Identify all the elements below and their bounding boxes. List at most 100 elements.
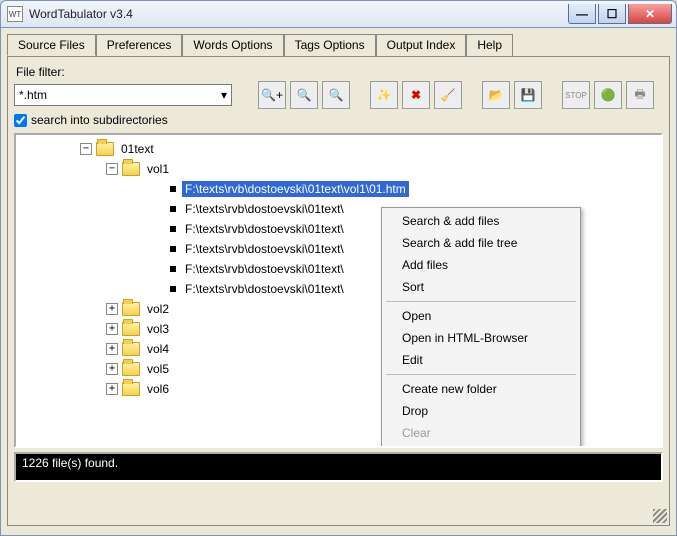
ctx-drop[interactable]: Drop (384, 400, 578, 422)
ctx-separator (386, 374, 576, 375)
window-title: WordTabulator v3.4 (29, 7, 566, 21)
file-bullet-icon (170, 206, 176, 212)
maximize-button[interactable]: ☐ (598, 4, 626, 24)
search-all-button[interactable]: 🔍 (322, 81, 350, 109)
titlebar: WT WordTabulator v3.4 — ☐ ✕ (0, 0, 677, 28)
search-subdirs-label: search into subdirectories (31, 113, 168, 127)
folder-icon (96, 142, 114, 156)
ctx-sort[interactable]: Sort (384, 276, 578, 298)
tree-node-label: F:\texts\rvb\dostoevski\01text\ (182, 261, 347, 277)
tab-panel: File filter: *.htm ▾ 🔍+ 🔍 🔍 ✨ ✖ 🧹 📂 💾 ST… (7, 56, 670, 526)
close-icon: ✕ (645, 7, 655, 21)
tree-node-label: vol2 (144, 301, 172, 317)
tab-label: Words Options (193, 38, 272, 52)
ctx-add-files[interactable]: Add files (384, 254, 578, 276)
search-add-tree-button[interactable]: 🔍 (290, 81, 318, 109)
search-all-icon: 🔍 (329, 88, 344, 102)
tab-preferences[interactable]: Preferences (96, 34, 183, 56)
tree-folder-vol1[interactable]: − vol1 (16, 159, 661, 179)
tab-words-options[interactable]: Words Options (182, 34, 283, 56)
folder-icon (122, 362, 140, 376)
tab-label: Tags Options (295, 38, 365, 52)
tab-help[interactable]: Help (466, 34, 513, 56)
ctx-search-add-file-tree[interactable]: Search & add file tree (384, 232, 578, 254)
file-filter-label: File filter: (16, 65, 663, 79)
chevron-down-icon: ▾ (221, 88, 227, 102)
tab-output-index[interactable]: Output Index (376, 34, 467, 56)
tab-label: Preferences (107, 38, 172, 52)
close-button[interactable]: ✕ (628, 4, 672, 24)
file-bullet-icon (170, 286, 176, 292)
expander-icon[interactable]: + (106, 323, 118, 335)
save-button[interactable]: 💾 (514, 81, 542, 109)
go-icon: 🟢 (601, 88, 616, 102)
minimize-button[interactable]: — (568, 4, 596, 24)
stop-button[interactable]: STOP (562, 81, 590, 109)
expander-icon[interactable]: + (106, 363, 118, 375)
expander-icon[interactable]: − (106, 163, 118, 175)
sparkle-icon: ✨ (377, 88, 392, 102)
tree-node-label: F:\texts\rvb\dostoevski\01text\ (182, 281, 347, 297)
open-button[interactable]: 📂 (482, 81, 510, 109)
file-bullet-icon (170, 266, 176, 272)
ctx-rename: Rename (384, 444, 578, 448)
context-menu: Search & add files Search & add file tre… (381, 207, 581, 448)
delete-button[interactable]: ✖ (402, 81, 430, 109)
broom-icon: 🧹 (441, 88, 456, 102)
folder-icon (122, 322, 140, 336)
tree-node-label: F:\texts\rvb\dostoevski\01text\ (182, 241, 347, 257)
tree-node-label: vol3 (144, 321, 172, 337)
open-folder-icon: 📂 (489, 88, 504, 102)
tree-folder-01text[interactable]: − 01text (16, 139, 661, 159)
new-folder-button[interactable]: ✨ (370, 81, 398, 109)
tree-node-label: F:\texts\rvb\dostoevski\01text\vol1\01.h… (182, 181, 409, 197)
ctx-clear: Clear (384, 422, 578, 444)
print-icon: 🖶 (634, 85, 645, 106)
print-button[interactable]: 🖶 (626, 81, 654, 109)
ctx-edit[interactable]: Edit (384, 349, 578, 371)
tree-file-item[interactable]: F:\texts\rvb\dostoevski\01text\vol1\01.h… (16, 179, 661, 199)
go-button[interactable]: 🟢 (594, 81, 622, 109)
client-area: Source Files Preferences Words Options T… (0, 28, 677, 536)
ctx-create-new-folder[interactable]: Create new folder (384, 378, 578, 400)
tree-node-label: vol1 (144, 161, 172, 177)
search-plus-icon: 🔍+ (261, 88, 283, 102)
ctx-separator (386, 301, 576, 302)
expander-icon[interactable]: − (80, 143, 92, 155)
tab-label: Source Files (18, 38, 85, 52)
expander-icon[interactable]: + (106, 383, 118, 395)
search-add-files-button[interactable]: 🔍+ (258, 81, 286, 109)
folder-icon (122, 342, 140, 356)
folder-icon (122, 302, 140, 316)
resize-grip[interactable] (653, 509, 667, 523)
file-bullet-icon (170, 226, 176, 232)
file-filter-dropdown[interactable]: *.htm ▾ (14, 84, 232, 106)
sweep-button[interactable]: 🧹 (434, 81, 462, 109)
folder-icon (122, 382, 140, 396)
search-tree-icon: 🔍 (297, 88, 312, 102)
ctx-open-html-browser[interactable]: Open in HTML-Browser (384, 327, 578, 349)
maximize-icon: ☐ (607, 7, 618, 21)
expander-icon[interactable]: + (106, 303, 118, 315)
app-icon: WT (7, 6, 23, 22)
expander-icon[interactable]: + (106, 343, 118, 355)
ctx-open[interactable]: Open (384, 305, 578, 327)
file-bullet-icon (170, 186, 176, 192)
tab-label: Help (477, 38, 502, 52)
ctx-search-add-files[interactable]: Search & add files (384, 210, 578, 232)
tabs-row: Source Files Preferences Words Options T… (3, 30, 674, 56)
status-bar: 1226 file(s) found. (14, 452, 663, 482)
tab-tags-options[interactable]: Tags Options (284, 34, 376, 56)
minimize-icon: — (576, 7, 588, 21)
subdir-row: search into subdirectories (14, 113, 663, 127)
tree-node-label: vol6 (144, 381, 172, 397)
save-icon: 💾 (521, 88, 536, 102)
tree-node-label: F:\texts\rvb\dostoevski\01text\ (182, 221, 347, 237)
stop-icon: STOP (565, 91, 587, 100)
tree-node-label: 01text (118, 141, 157, 157)
file-tree[interactable]: − 01text − vol1 F:\texts\rvb\dostoevski\… (14, 133, 663, 448)
file-bullet-icon (170, 246, 176, 252)
tab-source-files[interactable]: Source Files (7, 34, 96, 56)
search-subdirs-checkbox[interactable] (14, 114, 27, 127)
file-filter-value: *.htm (19, 88, 47, 102)
